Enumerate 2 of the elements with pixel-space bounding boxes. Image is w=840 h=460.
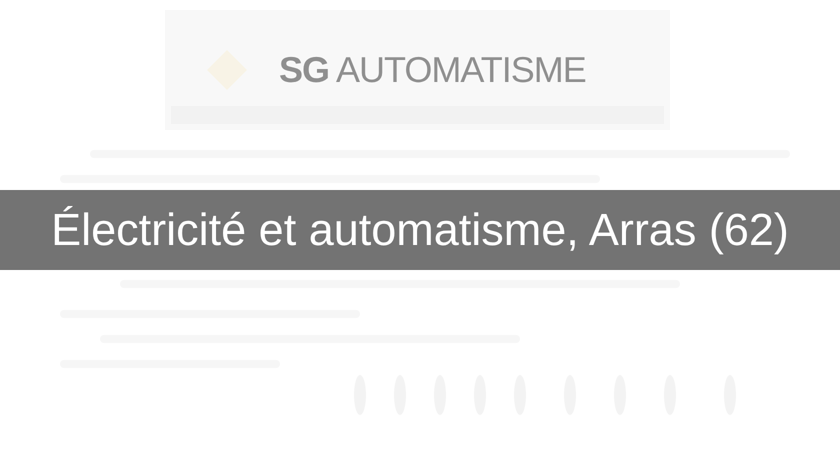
page-title: Électricité et automatisme, Arras (62) bbox=[51, 204, 789, 256]
site-logo: SG AUTOMATISME bbox=[279, 49, 586, 91]
